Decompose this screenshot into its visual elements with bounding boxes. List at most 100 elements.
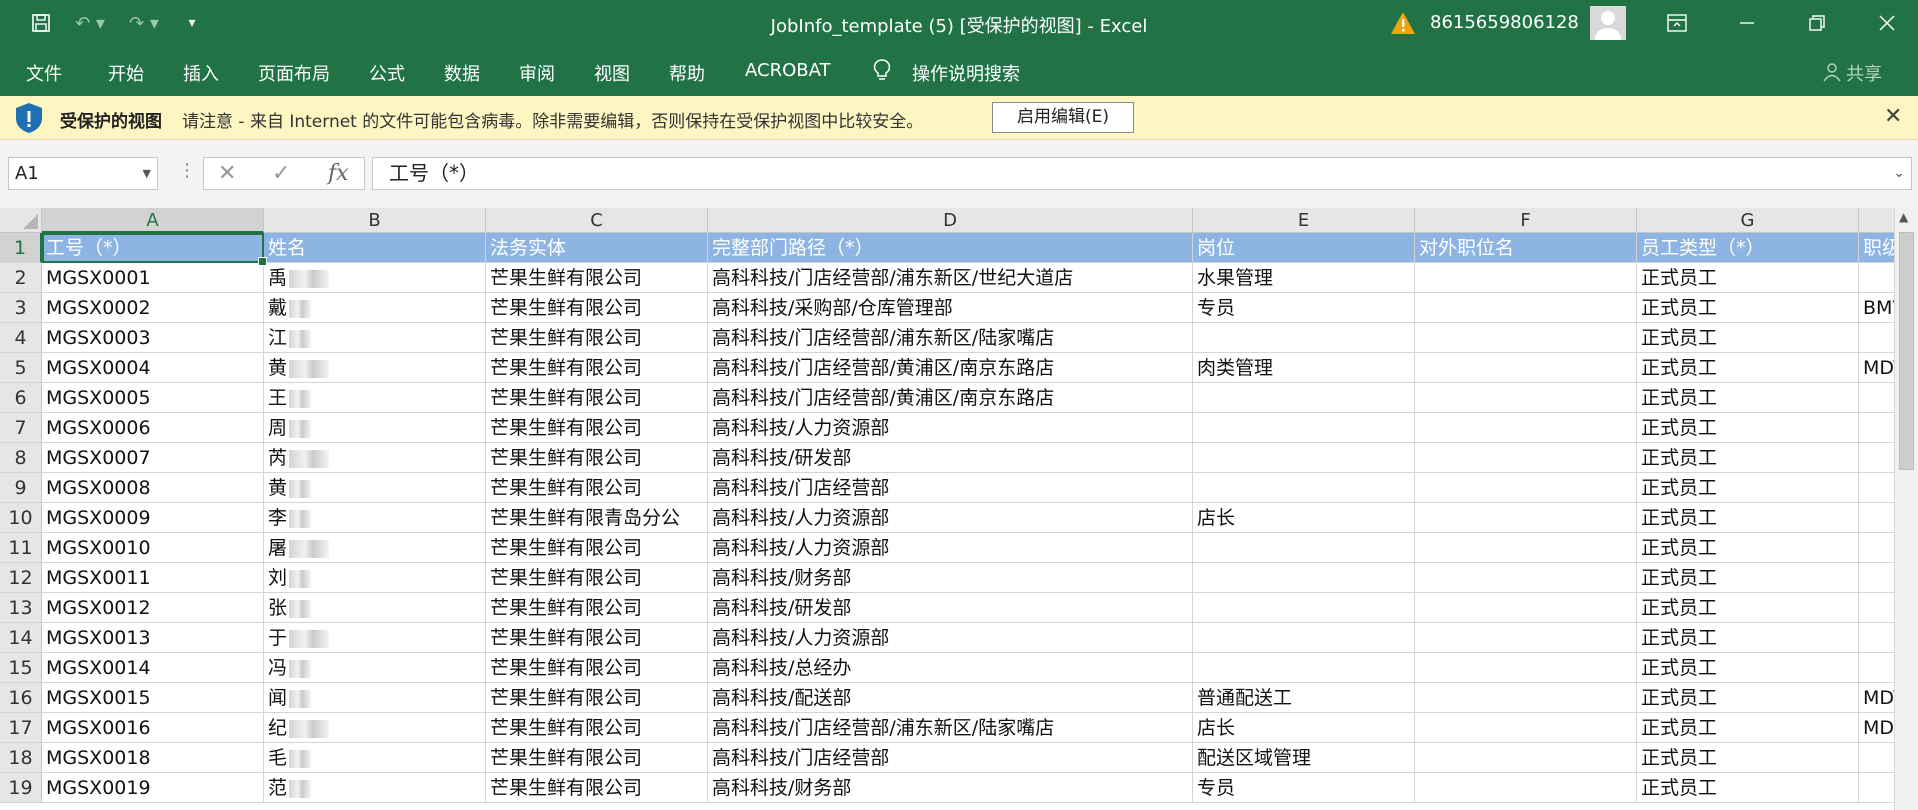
cell-name[interactable]: 冯 [264, 653, 486, 683]
scroll-up-icon[interactable]: ▲ [1899, 210, 1908, 224]
row-header[interactable]: 3 [0, 293, 42, 323]
cell-ext[interactable] [1415, 653, 1637, 683]
warning-icon[interactable] [1390, 10, 1416, 36]
tell-me-search[interactable]: 操作说明搜索 [912, 60, 1020, 86]
cell-ext[interactable] [1415, 443, 1637, 473]
cell-type[interactable]: 正式员工 [1637, 683, 1859, 713]
enter-icon[interactable]: ✓ [272, 161, 290, 186]
row-header[interactable]: 18 [0, 743, 42, 773]
worksheet-grid[interactable]: ABCDEFG 1 2 3 4 5 6 7 8 9 10 11 12 13 14 15 16 17 18 19 工号… [0, 208, 1918, 810]
cell-id[interactable]: MGSX0003 [42, 323, 264, 353]
cell-id[interactable]: MGSX0018 [42, 743, 264, 773]
cell-id[interactable]: MGSX0019 [42, 773, 264, 803]
cell-level[interactable] [1859, 473, 1899, 503]
cell-header[interactable]: 姓名 [264, 233, 486, 263]
cell-level[interactable] [1859, 443, 1899, 473]
cell-id[interactable]: MGSX0008 [42, 473, 264, 503]
cell-dept[interactable]: 高科科技/研发部 [708, 593, 1193, 623]
cell-ext[interactable] [1415, 743, 1637, 773]
column-header-e[interactable]: E [1193, 208, 1415, 233]
cell-level[interactable] [1859, 743, 1899, 773]
cell-header[interactable]: 完整部门路径（*） [708, 233, 1193, 263]
cell-entity[interactable]: 芒果生鲜有限公司 [486, 413, 708, 443]
formula-input[interactable]: 工号（*） ⌄ [372, 157, 1912, 190]
row-header[interactable]: 13 [0, 593, 42, 623]
cell-dept[interactable]: 高科科技/门店经营部 [708, 743, 1193, 773]
cell-id[interactable]: MGSX0002 [42, 293, 264, 323]
cell-type[interactable]: 正式员工 [1637, 473, 1859, 503]
cell-entity[interactable]: 芒果生鲜有限公司 [486, 533, 708, 563]
cell-name[interactable]: 范 [264, 773, 486, 803]
cell-ext[interactable] [1415, 623, 1637, 653]
minimize-icon[interactable] [1732, 0, 1762, 46]
avatar[interactable] [1590, 6, 1626, 40]
cell-header[interactable]: 员工类型（*） [1637, 233, 1859, 263]
cell-name[interactable]: 黄 [264, 473, 486, 503]
cell-ext[interactable] [1415, 353, 1637, 383]
cell-dept[interactable]: 高科科技/门店经营部/浦东新区/陆家嘴店 [708, 323, 1193, 353]
cell-type[interactable]: 正式员工 [1637, 353, 1859, 383]
tab-acrobat[interactable]: ACROBAT [745, 60, 831, 81]
cell-type[interactable]: 正式员工 [1637, 293, 1859, 323]
cell-id[interactable]: MGSX0006 [42, 413, 264, 443]
cell-name[interactable]: 于 [264, 623, 486, 653]
cell-level[interactable] [1859, 503, 1899, 533]
cell-type[interactable]: 正式员工 [1637, 653, 1859, 683]
cell-ext[interactable] [1415, 293, 1637, 323]
cell-id[interactable]: MGSX0009 [42, 503, 264, 533]
cell-post[interactable] [1193, 563, 1415, 593]
cell-entity[interactable]: 芒果生鲜有限公司 [486, 743, 708, 773]
cell-name[interactable]: 周 [264, 413, 486, 443]
cell-type[interactable]: 正式员工 [1637, 563, 1859, 593]
cell-header[interactable]: 职级 [1859, 233, 1899, 263]
row-header[interactable]: 2 [0, 263, 42, 293]
save-icon[interactable] [26, 0, 56, 46]
cell-name[interactable]: 屠 [264, 533, 486, 563]
cell-ext[interactable] [1415, 473, 1637, 503]
cell-level[interactable] [1859, 323, 1899, 353]
row-header[interactable]: 17 [0, 713, 42, 743]
name-box[interactable]: A1 ▼ [8, 157, 158, 190]
cell-post[interactable] [1193, 473, 1415, 503]
cell-entity[interactable]: 芒果生鲜有限公司 [486, 623, 708, 653]
tab-page-layout[interactable]: 页面布局 [258, 60, 330, 86]
cell-post[interactable]: 水果管理 [1193, 263, 1415, 293]
cell-ext[interactable] [1415, 713, 1637, 743]
cell-level[interactable] [1859, 563, 1899, 593]
tab-review[interactable]: 审阅 [519, 60, 555, 86]
cell-entity[interactable]: 芒果生鲜有限公司 [486, 593, 708, 623]
row-header[interactable]: 8 [0, 443, 42, 473]
cell-ext[interactable] [1415, 383, 1637, 413]
cell-level[interactable]: BMY [1859, 293, 1899, 323]
cell-header[interactable]: 岗位 [1193, 233, 1415, 263]
row-header[interactable]: 15 [0, 653, 42, 683]
cell-ext[interactable] [1415, 323, 1637, 353]
cell-entity[interactable]: 芒果生鲜有限公司 [486, 293, 708, 323]
cell-dept[interactable]: 高科科技/人力资源部 [708, 533, 1193, 563]
cell-id[interactable]: MGSX0004 [42, 353, 264, 383]
cell-post[interactable] [1193, 653, 1415, 683]
cell-level[interactable] [1859, 773, 1899, 803]
cell-type[interactable]: 正式员工 [1637, 413, 1859, 443]
ribbon-display-icon[interactable] [1662, 0, 1692, 46]
row-header[interactable]: 9 [0, 473, 42, 503]
cell-ext[interactable] [1415, 773, 1637, 803]
cell-name[interactable]: 江 [264, 323, 486, 353]
cell-post[interactable]: 专员 [1193, 293, 1415, 323]
row-header[interactable]: 16 [0, 683, 42, 713]
row-header[interactable]: 14 [0, 623, 42, 653]
cell-entity[interactable]: 芒果生鲜有限公司 [486, 323, 708, 353]
cell-type[interactable]: 正式员工 [1637, 323, 1859, 353]
column-header-a[interactable]: A [42, 208, 264, 233]
cell-type[interactable]: 正式员工 [1637, 533, 1859, 563]
tab-home[interactable]: 开始 [108, 60, 144, 86]
cell-post[interactable]: 店长 [1193, 503, 1415, 533]
column-header-g[interactable]: G [1637, 208, 1859, 233]
cell-name[interactable]: 禹 [264, 263, 486, 293]
cell-name[interactable]: 戴 [264, 293, 486, 323]
cell-dept[interactable]: 高科科技/采购部/仓库管理部 [708, 293, 1193, 323]
row-header[interactable]: 6 [0, 383, 42, 413]
cell-post[interactable]: 专员 [1193, 773, 1415, 803]
cell-entity[interactable]: 芒果生鲜有限公司 [486, 683, 708, 713]
cell-ext[interactable] [1415, 683, 1637, 713]
